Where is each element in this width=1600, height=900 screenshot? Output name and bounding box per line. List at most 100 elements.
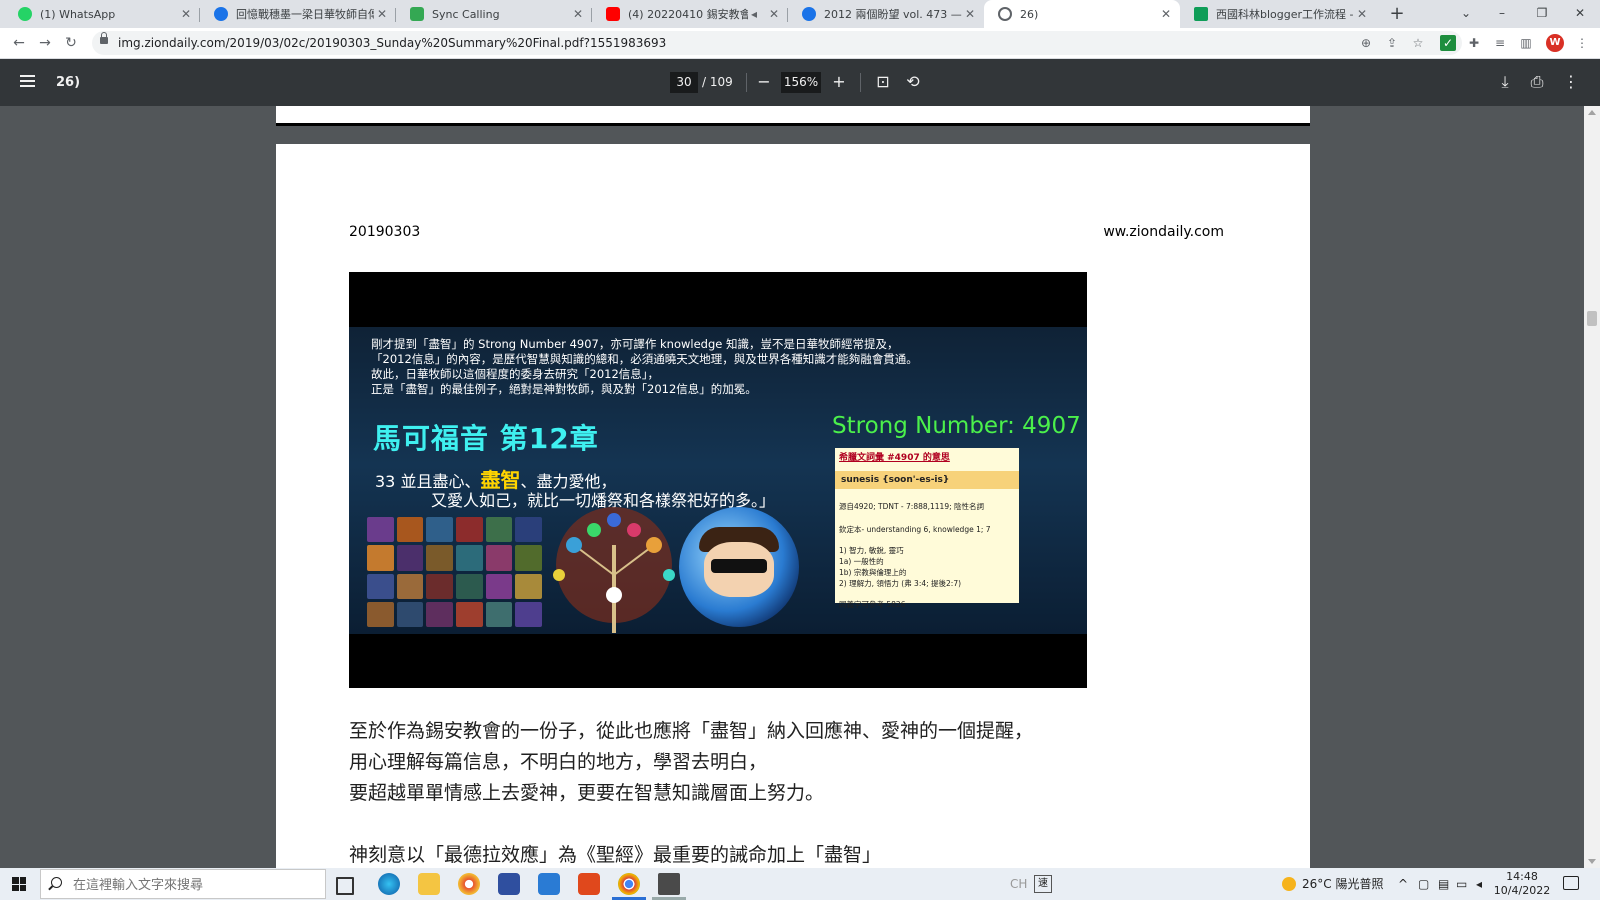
tab-sync-calling[interactable]: Sync Calling ✕ — [396, 0, 592, 28]
chrome-orange-icon[interactable] — [458, 873, 480, 895]
tab-pdf-active[interactable]: 26) ✕ — [984, 0, 1180, 28]
scroll-up-arrow-icon[interactable] — [1588, 110, 1596, 115]
new-tab-button[interactable]: + — [1386, 4, 1408, 26]
forward-button[interactable]: → — [34, 32, 56, 54]
speaker-icon[interactable]: ◂ — [748, 7, 760, 21]
task-view-icon[interactable] — [336, 877, 354, 895]
tree-illustration — [553, 507, 675, 633]
slide-image: 剛才提到「盡智」的 Strong Number 4907，亦可譯作 knowle… — [349, 272, 1087, 688]
close-icon[interactable]: ✕ — [570, 7, 586, 21]
reload-button[interactable]: ↻ — [60, 32, 82, 54]
tab-title: 26) — [1020, 7, 1039, 21]
weather-sun-icon[interactable] — [1282, 877, 1296, 891]
close-window-button[interactable]: ✕ — [1558, 0, 1600, 28]
scroll-thumb[interactable] — [1587, 311, 1597, 326]
search-icon — [51, 877, 62, 888]
tab-youtube[interactable]: (4) 20220410 錫安教會歌拜 ◂ ✕ — [592, 0, 788, 28]
omnibox[interactable]: img.ziondaily.com/2019/03/02c/20190303_S… — [92, 31, 1462, 55]
share-icon[interactable]: ⇪ — [1384, 35, 1400, 51]
ziondaily-icon — [802, 7, 816, 21]
previous-page-bottom — [276, 106, 1310, 126]
tab-ziondaily-memoir[interactable]: 回憶戰穗墨一梁日華牧師自傳2 ✕ — [200, 0, 396, 28]
zoom-icon[interactable]: ⊕ — [1358, 35, 1374, 51]
download-icon[interactable]: ⤓ — [1494, 71, 1516, 93]
tab-google-sheets[interactable]: 西國科林blogger工作流程 - Go ✕ — [1180, 0, 1376, 28]
partial-line: 神刻意以「最德拉效應」為《聖經》最重要的誡命加上「盡智」 — [349, 844, 882, 866]
close-icon[interactable]: ✕ — [1158, 7, 1174, 21]
zoom-out-icon[interactable]: − — [753, 71, 775, 93]
sync-calling-icon — [410, 7, 424, 21]
intro-line: 剛才提到「盡智」的 Strong Number 4907，亦可譯作 knowle… — [371, 337, 899, 351]
tab-strip: (1) WhatsApp ✕ 回憶戰穗墨一梁日華牧師自傳2 ✕ Sync Cal… — [0, 0, 1600, 28]
page-date: 20190303 — [349, 224, 421, 240]
rotate-icon[interactable]: ⟲ — [902, 71, 924, 93]
back-button[interactable]: ← — [8, 32, 30, 54]
print-icon[interactable]: ⎙ — [1526, 71, 1548, 93]
show-hidden-icons-chevron-icon[interactable]: ^ — [1398, 868, 1408, 900]
extensions-puzzle-icon[interactable]: ✚ — [1466, 35, 1482, 51]
extension-check-icon[interactable]: ✓ — [1440, 35, 1456, 51]
slide-intro: 剛才提到「盡智」的 Strong Number 4907，亦可譯作 knowle… — [371, 337, 1071, 397]
paragraph-line: 要超越單單情感上去愛神，更要在智慧知識層面上努力。 — [349, 782, 825, 804]
zoom-level-input[interactable]: 156% — [781, 72, 821, 93]
globe-icon — [998, 7, 1012, 21]
tab-whatsapp[interactable]: (1) WhatsApp ✕ — [4, 0, 200, 28]
taskbar-search[interactable] — [40, 869, 326, 899]
lexicon-word: sunesis {soon'-es-is} — [835, 471, 1019, 489]
lexicon-line: 欽定本- understanding 6, knowledge 1; 7 — [839, 525, 991, 534]
side-panel-icon[interactable]: ▥ — [1518, 35, 1534, 51]
system-clock[interactable]: 14:48 10/4/2022 — [1492, 870, 1552, 898]
meet-now-icon[interactable]: ▢ — [1418, 868, 1429, 900]
file-explorer-icon[interactable] — [418, 873, 440, 895]
volume-icon[interactable]: ◂ — [1476, 868, 1482, 900]
tab-title: Sync Calling — [432, 7, 500, 21]
bookmark-star-icon[interactable]: ☆ — [1410, 35, 1426, 51]
taskbar-search-input[interactable] — [71, 874, 325, 896]
cartoon-glasses — [711, 559, 767, 573]
hamburger-menu-icon[interactable] — [20, 75, 35, 87]
edge-icon[interactable] — [378, 873, 400, 895]
sheets-icon — [1194, 7, 1208, 21]
office-icon[interactable] — [578, 873, 600, 895]
clock-time: 14:48 — [1506, 870, 1538, 883]
tab-2012-hope[interactable]: 2012 兩個盼望 vol. 473 —「主 ✕ — [788, 0, 984, 28]
ime-mode[interactable]: 速 — [1034, 875, 1052, 893]
weather-text[interactable]: 26°C 陽光普照 — [1302, 868, 1383, 900]
network-icon[interactable]: ▤ — [1438, 868, 1449, 900]
pdf-title: 26) — [56, 75, 81, 90]
vertical-scrollbar[interactable] — [1584, 106, 1600, 868]
close-icon[interactable]: ✕ — [962, 7, 978, 21]
close-icon[interactable]: ✕ — [374, 7, 390, 21]
pdf-viewer[interactable]: 20190303 ww.ziondaily.com 剛才提到「盡智」的 Stro… — [0, 106, 1584, 868]
mail-icon[interactable] — [538, 873, 560, 895]
paragraph-line: 用心理解每篇信息，不明白的地方，學習去明白， — [349, 751, 768, 773]
close-icon[interactable]: ✕ — [1354, 7, 1370, 21]
minimize-button[interactable]: – — [1480, 0, 1524, 28]
profile-avatar[interactable]: W — [1546, 34, 1564, 52]
close-icon[interactable]: ✕ — [766, 7, 782, 21]
chrome-icon[interactable] — [618, 873, 640, 895]
scroll-down-arrow-icon[interactable] — [1588, 859, 1596, 864]
close-icon[interactable]: ✕ — [178, 7, 194, 21]
zoom-in-icon[interactable]: + — [828, 71, 850, 93]
paragraph-line: 至於作為錫安教會的一份子，從此也應將「盡智」納入回應神、愛神的一個提醒， — [349, 720, 1034, 742]
lexicon-line: 1b) 宗教與倫理上的 — [839, 568, 907, 577]
store-icon[interactable] — [498, 873, 520, 895]
fit-page-icon[interactable]: ⊡ — [872, 71, 894, 93]
url-text[interactable]: img.ziondaily.com/2019/03/02c/20190303_S… — [118, 31, 666, 55]
ime-indicator[interactable]: CH — [1010, 868, 1027, 900]
windows-start-icon[interactable] — [12, 877, 26, 891]
page-website: ww.ziondaily.com — [1103, 224, 1224, 240]
notification-icon[interactable] — [1563, 876, 1579, 890]
pdf-page: 20190303 ww.ziondaily.com 剛才提到「盡智」的 Stro… — [276, 144, 1310, 868]
more-options-icon[interactable]: ⋮ — [1560, 71, 1582, 93]
menu-kebab-icon[interactable]: ⋮ — [1574, 35, 1590, 51]
calculator-icon[interactable] — [658, 873, 680, 895]
tab-title: 回憶戰穗墨一梁日華牧師自傳2 — [236, 8, 374, 21]
tab-title: (1) WhatsApp — [40, 7, 116, 21]
image-mosaic — [367, 517, 542, 627]
page-number-input[interactable]: 30 — [670, 72, 698, 93]
address-bar: ← → ↻ img.ziondaily.com/2019/03/02c/2019… — [0, 28, 1600, 59]
reading-list-icon[interactable]: ≡ — [1492, 35, 1508, 51]
battery-icon[interactable]: ▭ — [1456, 868, 1467, 900]
